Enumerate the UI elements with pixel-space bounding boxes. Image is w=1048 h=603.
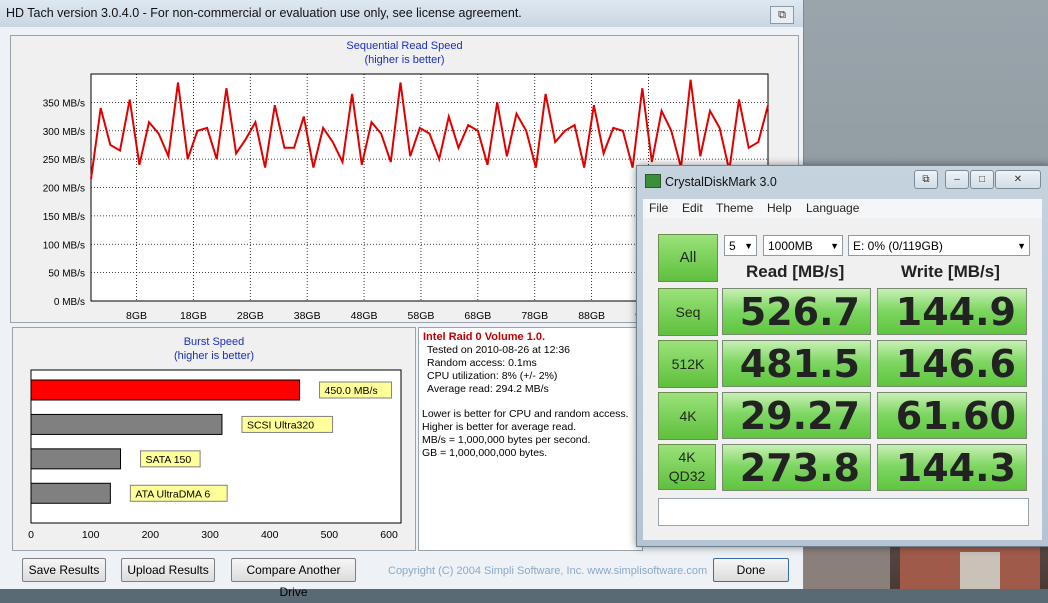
512k-write-value: 146.6	[877, 340, 1027, 387]
app-icon	[645, 174, 661, 188]
status-comment-field[interactable]	[658, 498, 1029, 526]
dropdown-arrow-icon: ▼	[1017, 241, 1026, 251]
x-tick-label: 600	[380, 529, 398, 541]
window-title: HD Tach version 3.0.4.0 - For non-commer…	[6, 6, 522, 20]
drive-value: E: 0% (0/119GB)	[853, 239, 943, 253]
copyright-text: Copyright (C) 2004 Simpli Software, Inc.…	[388, 565, 708, 577]
drive-info-panel: Intel Raid 0 Volume 1.0. Tested on 2010-…	[418, 327, 643, 551]
4k-button[interactable]: 4K	[658, 392, 718, 440]
menu-edit[interactable]: Edit	[682, 201, 703, 215]
note-line: GB = 1,000,000,000 bytes.	[422, 447, 548, 459]
x-tick-label: 78GB	[521, 310, 548, 322]
note-line: Lower is better for CPU and random acces…	[422, 408, 629, 420]
benchmark-panel: All 5 ▼ 1000MB ▼ E: 0% (0/119GB) ▼ Read [MB…	[643, 218, 1042, 540]
512k-button[interactable]: 512K	[658, 340, 718, 388]
burst-bar	[30, 379, 301, 401]
4k-read-value: 29.27	[722, 392, 871, 439]
x-tick-label: 18GB	[180, 310, 207, 322]
burst-bar	[30, 482, 111, 504]
menu-file[interactable]: File	[649, 201, 668, 215]
y-tick-label: 200 MB/s	[43, 184, 85, 195]
4k-qd32-read-value: 273.8	[722, 444, 871, 491]
menu-bar: File Edit Theme Help Language	[643, 199, 1042, 218]
title-bar[interactable]: HD Tach version 3.0.4.0 - For non-commer…	[0, 0, 803, 27]
note-line: Higher is better for average read.	[422, 421, 577, 433]
x-tick-label: 28GB	[237, 310, 264, 322]
read-column-header: Read [MB/s]	[746, 262, 845, 281]
bar-label: 450.0 MB/s	[325, 385, 378, 397]
dropdown-arrow-icon: ▼	[830, 241, 839, 251]
x-tick-label: 8GB	[126, 310, 147, 322]
write-column-header: Write [MB/s]	[901, 262, 1000, 281]
dropdown-arrow-icon: ▼	[744, 241, 753, 251]
count-value: 5	[729, 239, 736, 253]
crystaldiskmark-window: CrystalDiskMark 3.0 ⧉ – □ ✕ File Edit Th…	[636, 165, 1048, 547]
x-tick-label: 38GB	[294, 310, 321, 322]
4k-write-value: 61.60	[877, 392, 1027, 439]
close-icon[interactable]: ✕	[995, 170, 1041, 189]
y-tick-label: 350 MB/s	[43, 98, 85, 109]
menu-language[interactable]: Language	[806, 201, 859, 215]
save-results-button[interactable]: Save Results	[22, 558, 106, 582]
seq-button[interactable]: Seq	[658, 288, 718, 336]
menu-help[interactable]: Help	[767, 201, 792, 215]
restore-icon[interactable]: ⧉	[770, 6, 794, 24]
burst-speed-chart: 0 100 200 300 400 500 600 450.0 MB/s SCSI Ultra3…	[28, 369, 402, 541]
seq-write-value: 144.9	[877, 288, 1027, 335]
512k-read-value: 481.5	[722, 340, 871, 387]
y-tick-label: 300 MB/s	[43, 127, 85, 138]
bar-label: SATA 150	[146, 454, 192, 466]
maximize-icon[interactable]: □	[970, 170, 994, 189]
notes: Lower is better for CPU and random acces…	[422, 408, 629, 460]
x-tick-label: 58GB	[408, 310, 435, 322]
bar-label: ATA UltraDMA 6	[135, 488, 210, 500]
minimize-icon[interactable]: –	[945, 170, 969, 189]
all-button[interactable]: All	[658, 234, 718, 282]
4k-qd32-write-value: 144.3	[877, 444, 1027, 491]
menu-theme[interactable]: Theme	[716, 201, 753, 215]
x-tick-label: 100	[82, 529, 100, 541]
bar-label: SCSI Ultra320	[247, 419, 314, 431]
average-read: Average read: 294.2 MB/s	[427, 383, 549, 395]
x-tick-label: 68GB	[464, 310, 491, 322]
x-tick-label: 48GB	[351, 310, 378, 322]
done-button[interactable]: Done	[713, 558, 789, 582]
y-tick-label: 100 MB/s	[43, 240, 85, 251]
size-select[interactable]: 1000MB ▼	[763, 235, 843, 256]
cpu-utilization: CPU utilization: 8% (+/- 2%)	[427, 370, 558, 382]
test-date: Tested on 2010-08-26 at 12:36	[427, 344, 571, 356]
y-tick-label: 0 MB/s	[54, 297, 85, 308]
upload-results-button[interactable]: Upload Results	[121, 558, 215, 582]
x-tick-label: 500	[321, 529, 339, 541]
background-building	[960, 552, 1000, 589]
size-value: 1000MB	[768, 239, 813, 253]
4k-qd32-button[interactable]: 4K QD32	[658, 444, 716, 490]
drive-name: Intel Raid 0 Volume 1.0.	[423, 331, 546, 343]
seq-read-value: 526.7	[722, 288, 871, 335]
x-tick-label: 400	[261, 529, 279, 541]
y-tick-label: 50 MB/s	[48, 269, 85, 280]
x-tick-label: 0	[28, 529, 34, 541]
count-select[interactable]: 5 ▼	[724, 235, 757, 256]
random-access: Random access: 0.1ms	[427, 357, 537, 369]
burst-bar	[30, 413, 223, 435]
y-tick-label: 250 MB/s	[43, 155, 85, 166]
background-building	[800, 540, 890, 589]
burst-bar	[30, 448, 122, 470]
compare-drive-button[interactable]: Compare Another Drive	[231, 558, 356, 599]
restore-icon[interactable]: ⧉	[914, 170, 938, 189]
drive-select[interactable]: E: 0% (0/119GB) ▼	[848, 235, 1030, 256]
burst-speed-panel: Burst Speed (higher is better) 0 100 200 30…	[12, 327, 416, 551]
x-tick-label: 200	[142, 529, 160, 541]
x-tick-label: 300	[201, 529, 219, 541]
test-results: Tested on 2010-08-26 at 12:36 Random acc…	[427, 344, 570, 396]
y-tick-label: 150 MB/s	[43, 212, 85, 223]
x-tick-label: 88GB	[578, 310, 605, 322]
window-title: CrystalDiskMark 3.0	[665, 175, 777, 189]
note-line: MB/s = 1,000,000 bytes per second.	[422, 434, 591, 446]
